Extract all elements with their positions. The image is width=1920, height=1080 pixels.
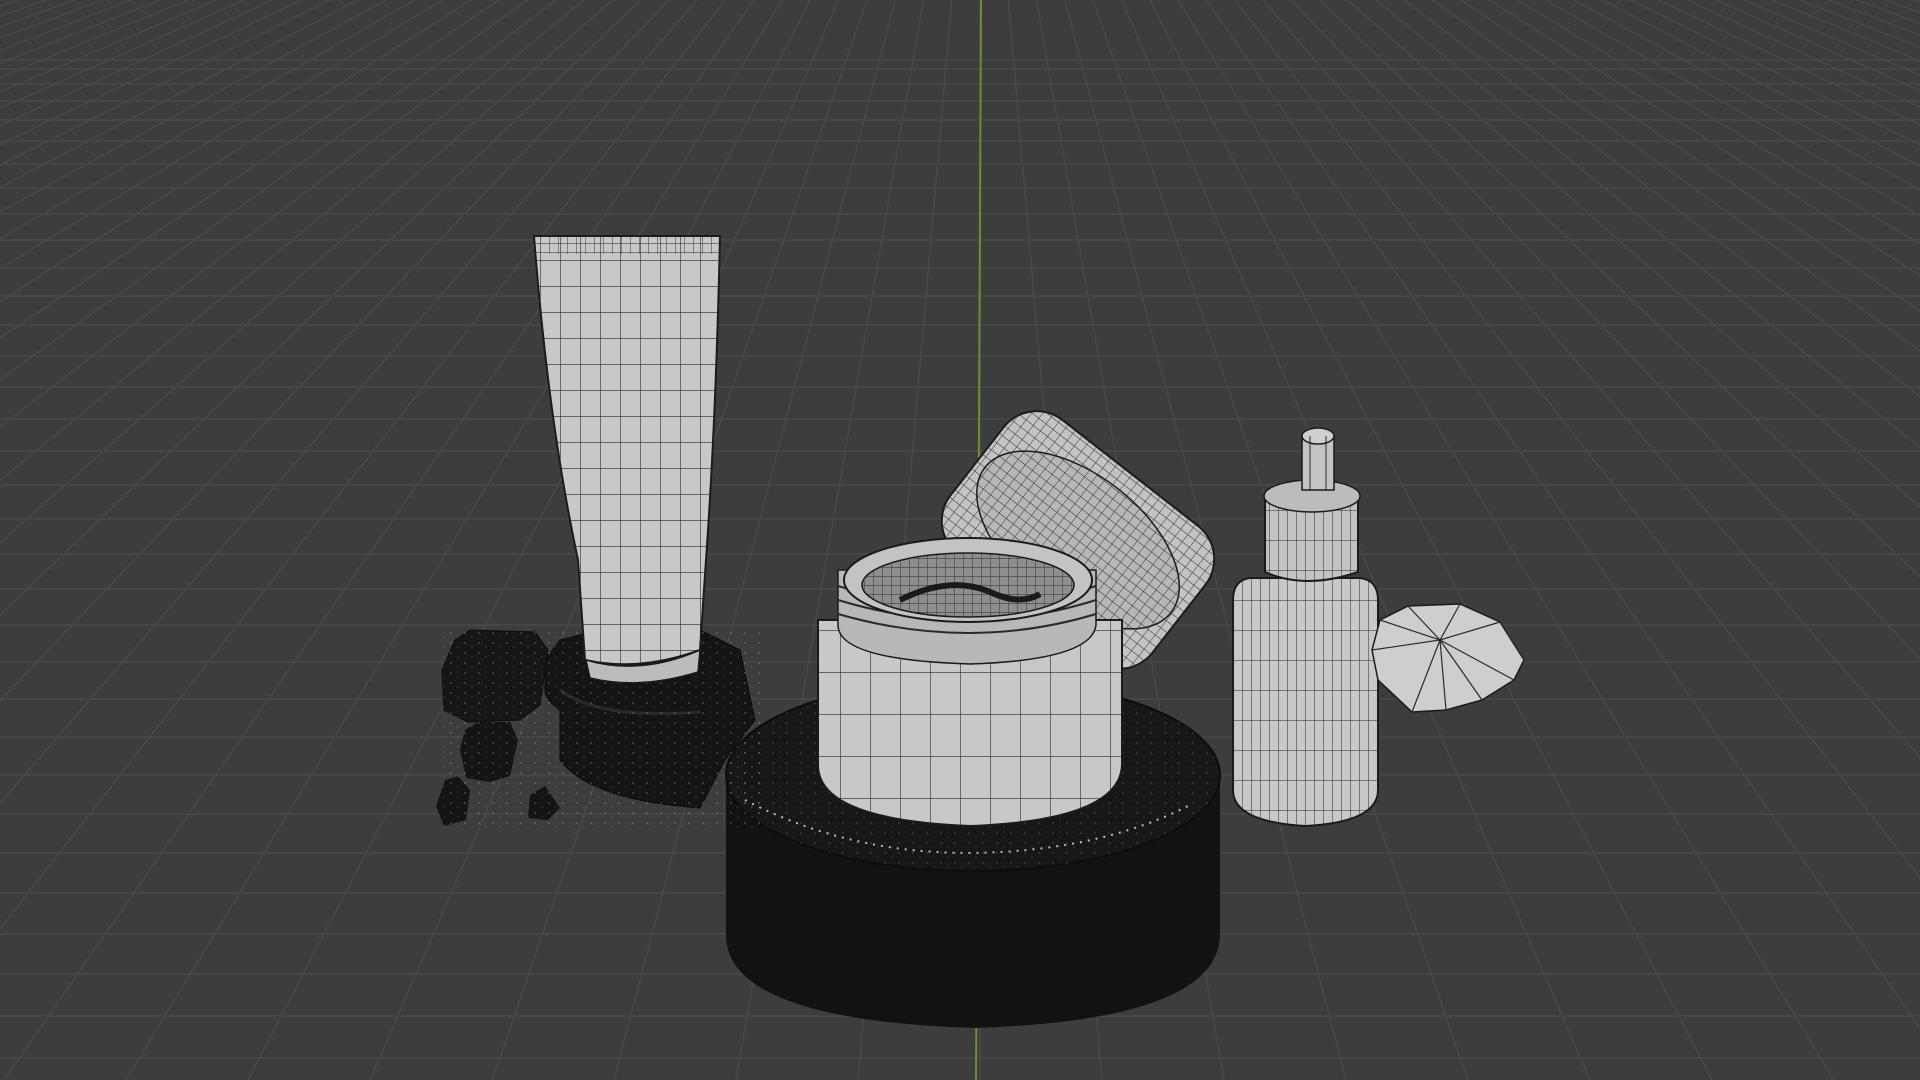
dropper-bottle[interactable]	[1232, 427, 1379, 828]
grid-line	[1116, 0, 1920, 1080]
grid-line	[1124, 0, 1920, 1080]
grid-line	[0, 0, 77, 28]
grid-line	[0, 0, 49, 17]
cream-tube[interactable]	[532, 235, 722, 684]
grid-line	[0, 0, 21, 7]
grid-line	[1855, 0, 1920, 25]
grid-line	[1128, 0, 1920, 1080]
grid-line	[1827, 0, 1920, 36]
grid-line	[1132, 0, 1920, 1080]
cream-jar[interactable]	[817, 537, 1123, 828]
grid-line	[1883, 0, 1920, 14]
grid-line	[1136, 0, 1920, 1080]
grid-line	[0, 0, 840, 1080]
3d-viewport[interactable]	[0, 0, 1920, 1080]
faceted-gem[interactable]	[1371, 603, 1525, 713]
viewport-canvas[interactable]	[0, 0, 1920, 1080]
grid-line	[0, 0, 836, 1080]
grid-line	[1911, 0, 1920, 3]
